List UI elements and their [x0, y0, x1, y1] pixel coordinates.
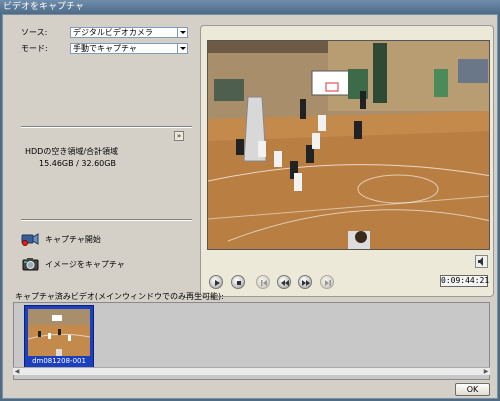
dialog: ソース: デジタルビデオカメラ モード: 手動でキャプチャ » HDDの空き領域… [2, 14, 498, 399]
divider [21, 219, 192, 221]
expand-icon[interactable]: » [174, 131, 184, 141]
video-thumbnail [28, 309, 90, 356]
preview-panel: 0:09:44:21 [200, 25, 494, 297]
rewind-button[interactable] [277, 275, 291, 289]
mode-dropdown[interactable]: 手動でキャプチャ [70, 43, 188, 54]
chevron-down-icon[interactable] [177, 44, 187, 53]
speaker-icon[interactable] [475, 255, 488, 268]
fast-forward-button[interactable] [298, 275, 312, 289]
source-value: デジタルビデオカメラ [73, 28, 153, 37]
camcorder-icon[interactable] [21, 232, 39, 246]
skip-forward-button[interactable] [320, 275, 334, 289]
timecode-display: 0:09:44:21 [440, 275, 490, 287]
disk-space-value: 15.46GB / 32.60GB [39, 159, 116, 168]
video-filename: dm081208-001 [25, 356, 93, 366]
scroll-left-icon[interactable]: ◀ [13, 368, 21, 375]
source-dropdown[interactable]: デジタルビデオカメラ [70, 27, 188, 38]
list-item[interactable]: dm081208-001 [24, 305, 94, 368]
play-button[interactable] [209, 275, 223, 289]
mode-value: 手動でキャプチャ [73, 44, 137, 53]
disk-space-label: HDDの空き領域/合計領域 [25, 147, 119, 156]
video-preview [207, 40, 490, 250]
chevron-down-icon[interactable] [177, 28, 187, 37]
captured-videos-label: キャプチャ済みビデオ(メインウィンドウでのみ再生可能): [15, 292, 224, 301]
window-title: ビデオをキャプチャ [0, 0, 500, 14]
horizontal-scrollbar[interactable]: ◀ ▶ [13, 367, 490, 375]
scroll-right-icon[interactable]: ▶ [482, 368, 490, 375]
mode-label: モード: [21, 44, 48, 53]
source-label: ソース: [21, 28, 48, 37]
capture-image-button[interactable]: イメージをキャプチャ [45, 259, 125, 270]
camera-icon[interactable] [22, 257, 40, 271]
divider [21, 126, 192, 128]
skip-back-button[interactable] [256, 275, 270, 289]
start-capture-button[interactable]: キャプチャ開始 [45, 234, 101, 245]
stop-button[interactable] [231, 275, 245, 289]
ok-button[interactable]: OK [455, 383, 490, 396]
